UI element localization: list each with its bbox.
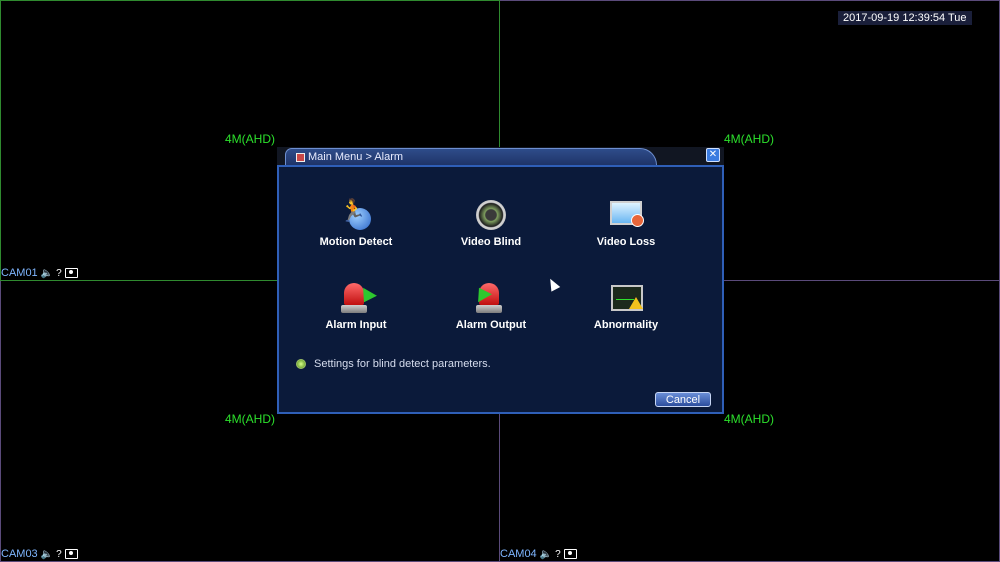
item-label: Motion Detect bbox=[319, 236, 393, 248]
camera-icon bbox=[64, 549, 78, 559]
alarm-input-icon bbox=[337, 281, 377, 317]
camera-label-4: CAM04 🔈 ? bbox=[500, 548, 577, 560]
resolution-label: 4M(AHD) bbox=[724, 412, 774, 426]
arrow-icon bbox=[357, 287, 377, 307]
item-label: Video Blind bbox=[460, 236, 522, 248]
question-icon: ? bbox=[56, 267, 62, 279]
question-icon: ? bbox=[56, 548, 62, 560]
item-label: Alarm Input bbox=[325, 319, 387, 331]
camera-icon bbox=[64, 268, 78, 278]
camera-name: CAM04 bbox=[500, 548, 537, 560]
arrow-icon bbox=[472, 283, 492, 303]
motion-detect-button[interactable]: Motion Detect bbox=[301, 198, 411, 248]
camera-icon bbox=[563, 549, 577, 559]
dialog-body: Motion Detect Video Blind Video Loss Ala… bbox=[277, 165, 724, 414]
menu-home-icon bbox=[296, 152, 305, 162]
camera-label-1: CAM01 🔈 ? bbox=[1, 267, 78, 279]
camera-name: CAM03 bbox=[1, 548, 38, 560]
resolution-label: 4M(AHD) bbox=[225, 412, 275, 426]
abnormality-icon bbox=[607, 281, 645, 317]
camera-label-3: CAM03 🔈 ? bbox=[1, 548, 78, 560]
hint-text: Settings for blind detect parameters. bbox=[314, 358, 491, 370]
alarm-output-button[interactable]: Alarm Output bbox=[436, 281, 546, 331]
item-label: Video Loss bbox=[596, 236, 656, 248]
close-button[interactable]: ✕ bbox=[706, 148, 720, 162]
dialog-title: Main Menu > Alarm bbox=[308, 151, 404, 163]
camera-name: CAM01 bbox=[1, 267, 38, 279]
status-dot-icon bbox=[296, 359, 306, 369]
hint-row: Settings for blind detect parameters. bbox=[296, 358, 491, 370]
speaker-icon: 🔈 bbox=[40, 267, 54, 279]
datetime-display: 2017-09-19 12:39:54 Tue bbox=[838, 11, 972, 25]
resolution-label: 4M(AHD) bbox=[225, 132, 275, 146]
video-loss-icon bbox=[607, 198, 645, 234]
resolution-label: 4M(AHD) bbox=[724, 132, 774, 146]
alarm-menu-dialog: Main Menu > Alarm ✕ Motion Detect Video … bbox=[277, 147, 724, 414]
motion-detect-icon bbox=[337, 198, 375, 234]
dialog-titlebar: Main Menu > Alarm ✕ bbox=[277, 147, 724, 165]
speaker-icon: 🔈 bbox=[539, 548, 553, 560]
question-icon: ? bbox=[555, 548, 561, 560]
video-loss-button[interactable]: Video Loss bbox=[571, 198, 681, 248]
video-blind-button[interactable]: Video Blind bbox=[436, 198, 546, 248]
item-label: Abnormality bbox=[593, 319, 659, 331]
title-tab: Main Menu > Alarm bbox=[285, 148, 657, 165]
alarm-output-icon bbox=[472, 281, 510, 317]
speaker-icon: 🔈 bbox=[40, 548, 54, 560]
video-blind-icon bbox=[472, 198, 510, 234]
abnormality-button[interactable]: Abnormality bbox=[571, 281, 681, 331]
cancel-button[interactable]: Cancel bbox=[655, 392, 711, 407]
item-label: Alarm Output bbox=[455, 319, 527, 331]
pulse-line bbox=[616, 293, 634, 300]
alarm-input-button[interactable]: Alarm Input bbox=[301, 281, 411, 331]
